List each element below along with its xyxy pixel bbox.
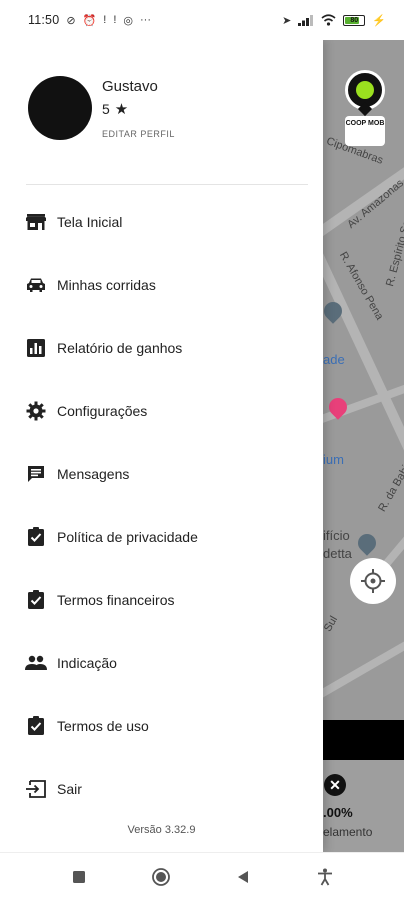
coop-mob-logo: COOP MOB (345, 116, 385, 146)
app-icon: ◎ (123, 14, 134, 27)
map-label: ifício (323, 528, 350, 543)
no-signal-icon: ⊘ (66, 14, 76, 27)
clipboard-check-icon (25, 526, 47, 548)
navigation-drawer: Gustavo 5 ★ EDITAR PERFIL Tela Inicial M… (0, 40, 323, 852)
battery-icon: 80 (343, 14, 366, 26)
menu-item-label: Tela Inicial (57, 213, 123, 230)
menu-item-label: Minhas corridas (57, 276, 156, 293)
system-nav-bar (0, 852, 404, 900)
map-label: Sul (323, 614, 341, 634)
crosshair-icon (361, 569, 385, 593)
edit-profile-link[interactable]: EDITAR PERFIL (102, 129, 175, 139)
more-icon: ··· (140, 14, 152, 26)
menu-item-label: Política de privacidade (57, 528, 198, 545)
map-label: detta (323, 546, 352, 561)
menu-item-financial-terms[interactable]: Termos financeiros (0, 568, 323, 631)
logout-icon (25, 778, 47, 800)
charging-icon: ⚡ (372, 14, 386, 27)
marker-dot-icon (356, 81, 374, 99)
menu-item-privacy-policy[interactable]: Política de privacidade (0, 505, 323, 568)
back-button[interactable] (202, 853, 284, 900)
menu-item-earnings-report[interactable]: Relatório de ganhos (0, 316, 323, 379)
accessibility-icon (318, 868, 332, 885)
accessibility-button[interactable] (284, 853, 366, 900)
driver-marker[interactable]: COOP MOB (345, 70, 385, 152)
store-icon (25, 211, 47, 233)
people-icon (25, 652, 47, 674)
map-label: ade (323, 352, 345, 367)
my-location-button[interactable] (350, 558, 396, 604)
user-name: Gustavo (102, 78, 158, 95)
back-triangle-icon (238, 870, 248, 883)
menu-item-referral[interactable]: Indicação (0, 631, 323, 694)
menu-item-rides[interactable]: Minhas corridas (0, 253, 323, 316)
menu-item-messages[interactable]: Mensagens (0, 442, 323, 505)
recents-button[interactable] (38, 853, 120, 900)
menu-item-label: Mensagens (57, 465, 130, 482)
status-time: 11:50 (28, 13, 60, 27)
street-label: R. Espírito Santo (384, 204, 404, 288)
menu-item-label: Termos financeiros (57, 591, 175, 608)
menu-item-label: Sair (57, 780, 82, 797)
menu-item-label: Configurações (57, 402, 148, 419)
battery-level: 80 (350, 16, 359, 24)
notification-icon: ! (113, 14, 117, 26)
map-label: ium (323, 452, 344, 467)
menu-item-terms-of-use[interactable]: Termos de uso (0, 694, 323, 757)
menu-item-label: Termos de uso (57, 717, 149, 734)
map-pin-icon[interactable] (354, 530, 380, 556)
signal-icon (298, 14, 314, 26)
close-icon[interactable]: ✕ (324, 774, 346, 796)
menu-item-label: Relatório de ganhos (57, 339, 183, 356)
profile-header: Gustavo 5 ★ EDITAR PERFIL (28, 76, 175, 140)
bottom-banner (323, 720, 404, 760)
avatar[interactable] (28, 76, 92, 140)
alarm-icon: ⏰ (82, 14, 97, 27)
square-icon (73, 870, 85, 883)
message-icon (25, 463, 47, 485)
home-button[interactable] (120, 853, 202, 900)
drawer-menu: Tela Inicial Minhas corridas Relatório d… (0, 190, 323, 820)
cancel-panel: ✕ .00% elamento (323, 760, 404, 852)
status-bar: 11:50 ⊘ ⏰ ! ! ◎ ··· ➤ 80 ⚡ (0, 0, 404, 40)
divider (26, 184, 308, 185)
car-icon (25, 274, 47, 296)
menu-item-settings[interactable]: Configurações (0, 379, 323, 442)
cancel-label: elamento (323, 825, 373, 839)
app-version: Versão 3.32.9 (127, 824, 196, 836)
notification-icon: ! (103, 14, 107, 26)
wifi-icon (321, 14, 336, 26)
menu-item-logout[interactable]: Sair (0, 757, 323, 820)
clipboard-check-icon (25, 589, 47, 611)
location-icon: ➤ (282, 14, 292, 27)
rating-value: 5 (102, 101, 110, 117)
cancel-percentage: .00% (323, 805, 353, 820)
street-label: R. da Bahia (376, 458, 404, 514)
map-view[interactable]: Cipomabras Av. Amazonas R. Espírito Sant… (323, 40, 404, 852)
circle-icon (152, 867, 170, 886)
star-icon: ★ (114, 101, 129, 118)
bar-chart-icon (25, 337, 47, 359)
gear-icon (25, 400, 47, 422)
user-rating: 5 ★ (102, 100, 175, 118)
clipboard-check-icon (25, 715, 47, 737)
menu-item-label: Indicação (57, 654, 117, 671)
menu-item-home[interactable]: Tela Inicial (0, 190, 323, 253)
